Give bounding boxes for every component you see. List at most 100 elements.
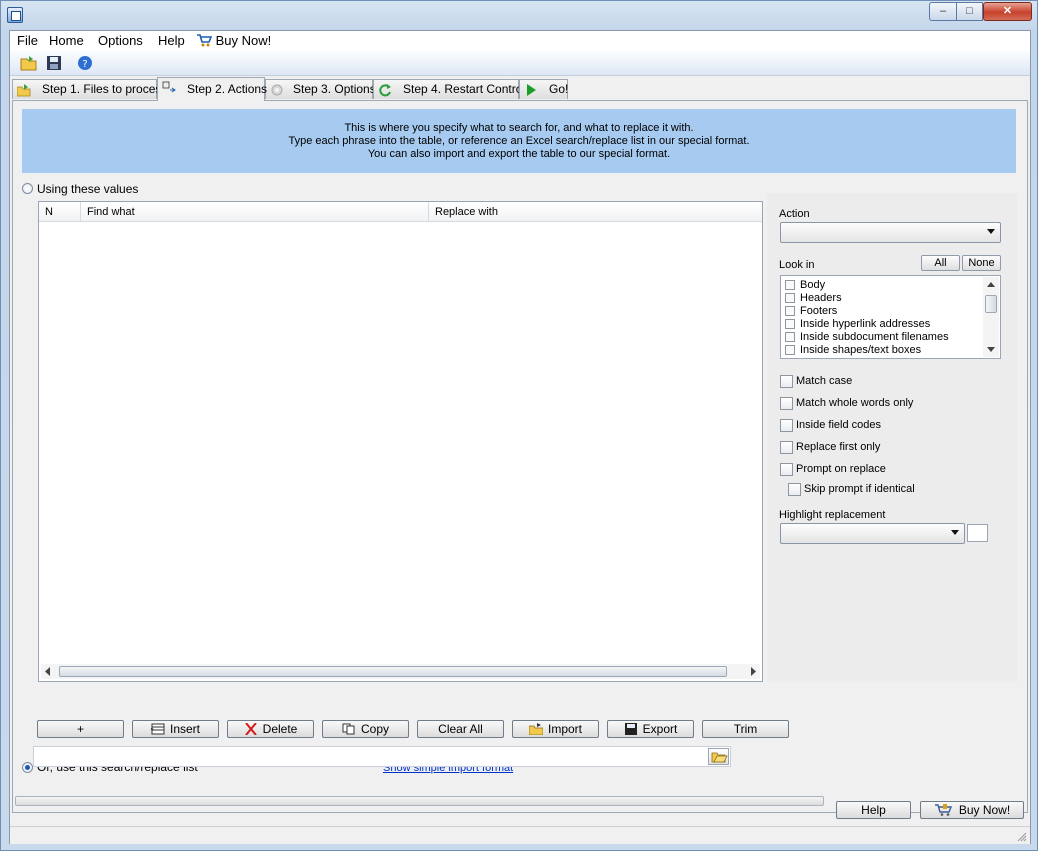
checkbox-label: Prompt on replace bbox=[796, 463, 886, 475]
help-icon[interactable]: ? bbox=[76, 54, 94, 72]
highlight-label: Highlight replacement bbox=[779, 509, 886, 521]
buy-now-button[interactable]: Buy Now! bbox=[920, 801, 1024, 819]
tab-options[interactable]: Step 3. Options bbox=[265, 79, 376, 99]
menu-options[interactable]: Options bbox=[98, 33, 143, 48]
using-values-radio[interactable] bbox=[22, 183, 33, 194]
chevron-down-icon bbox=[987, 229, 995, 234]
export-button[interactable]: Export bbox=[607, 720, 694, 738]
search-replace-grid[interactable]: N Find what Replace with bbox=[38, 201, 763, 682]
browse-button[interactable] bbox=[708, 748, 729, 765]
banner-line: Type each phrase into the table, or refe… bbox=[288, 135, 750, 147]
scroll-right-icon[interactable] bbox=[749, 667, 757, 676]
checkbox-icon[interactable] bbox=[788, 483, 801, 496]
tab-files-to-process[interactable]: Step 1. Files to process bbox=[12, 79, 167, 99]
checkbox-icon[interactable] bbox=[785, 332, 795, 342]
delete-label: Delete bbox=[262, 722, 298, 736]
horizontal-scrollbar[interactable] bbox=[41, 664, 760, 679]
checkbox-label: Match case bbox=[796, 375, 853, 387]
item-label: Headers bbox=[800, 292, 842, 304]
highlight-color-swatch[interactable] bbox=[967, 524, 988, 542]
close-button[interactable]: ✕ bbox=[983, 2, 1032, 21]
options-panel: Action Look in All None Body Headers Foo… bbox=[767, 193, 1017, 682]
scroll-down-icon[interactable] bbox=[987, 347, 995, 353]
tab-actions[interactable]: Step 2. Actions bbox=[157, 77, 268, 101]
import-button[interactable]: Import bbox=[512, 720, 599, 738]
menu-buy-label: Buy Now! bbox=[215, 33, 272, 48]
buy-cart-icon bbox=[197, 34, 213, 47]
tab-label: Go! bbox=[549, 82, 569, 96]
menu-home[interactable]: Home bbox=[49, 33, 84, 48]
minimize-button[interactable]: – bbox=[929, 2, 956, 21]
highlight-dropdown[interactable] bbox=[780, 523, 965, 544]
checkbox-icon[interactable] bbox=[785, 293, 795, 303]
scroll-up-icon[interactable] bbox=[987, 281, 995, 287]
delete-button[interactable]: Delete bbox=[227, 720, 314, 738]
menu-buy-now[interactable]: Buy Now! bbox=[196, 33, 271, 48]
delete-x-icon bbox=[244, 723, 257, 735]
import-folder-icon bbox=[528, 723, 543, 735]
vertical-scrollbar[interactable] bbox=[983, 277, 999, 357]
clear-all-button[interactable]: Clear All bbox=[417, 720, 504, 738]
list-path-input[interactable] bbox=[33, 746, 731, 767]
refresh-icon bbox=[379, 84, 391, 97]
look-in-label: Look in bbox=[779, 259, 815, 271]
save-icon bbox=[624, 723, 637, 735]
item-label: Inside subdocument filenames bbox=[800, 331, 949, 343]
help-button[interactable]: Help bbox=[836, 801, 911, 819]
scroll-left-icon[interactable] bbox=[44, 667, 52, 676]
copy-button[interactable]: Copy bbox=[322, 720, 409, 738]
col-header-n[interactable]: N bbox=[39, 202, 81, 222]
tab-go[interactable]: Go! bbox=[519, 79, 568, 99]
action-dropdown[interactable] bbox=[780, 222, 1001, 243]
open-folder-icon[interactable] bbox=[20, 54, 38, 72]
resize-grip-icon[interactable] bbox=[1017, 832, 1027, 842]
trim-button[interactable]: Trim bbox=[702, 720, 789, 738]
item-label: Inside hyperlink addresses bbox=[800, 318, 931, 330]
copy-icon bbox=[342, 723, 355, 735]
checkbox-icon[interactable] bbox=[780, 397, 793, 410]
maximize-button[interactable]: □ bbox=[956, 2, 983, 21]
menu-file[interactable]: File bbox=[17, 33, 38, 48]
step-tabs: Step 1. Files to process Step 2. Actions… bbox=[10, 77, 1030, 101]
checkbox-icon[interactable] bbox=[780, 441, 793, 454]
folder-open-icon bbox=[711, 752, 728, 763]
add-row-button[interactable]: + bbox=[37, 720, 124, 738]
toolbar: ? bbox=[10, 51, 1030, 76]
export-label: Export bbox=[642, 722, 678, 736]
chevron-down-icon bbox=[951, 530, 959, 535]
copy-label: Copy bbox=[360, 722, 389, 736]
checkbox-icon[interactable] bbox=[785, 345, 795, 355]
checkbox-icon[interactable] bbox=[780, 463, 793, 476]
checkbox-icon[interactable] bbox=[780, 419, 793, 432]
using-values-label: Using these values bbox=[37, 182, 139, 196]
checkbox-icon[interactable] bbox=[785, 280, 795, 290]
action-label: Action bbox=[779, 208, 810, 220]
tab-label: Step 2. Actions bbox=[187, 82, 268, 96]
scroll-thumb[interactable] bbox=[59, 666, 727, 677]
col-header-find[interactable]: Find what bbox=[81, 202, 429, 222]
look-in-list[interactable]: Body Headers Footers Inside hyperlink ad… bbox=[780, 275, 1001, 359]
checkbox-icon[interactable] bbox=[780, 375, 793, 388]
menu-help[interactable]: Help bbox=[158, 33, 185, 48]
menu-bar: File Home Options Help Buy Now! bbox=[10, 31, 1030, 51]
title-bar: – □ ✕ bbox=[1, 1, 1037, 29]
banner-line: This is where you specify what to search… bbox=[344, 122, 694, 134]
save-icon[interactable] bbox=[45, 54, 63, 72]
play-icon bbox=[527, 84, 536, 96]
actions-page: This is where you specify what to search… bbox=[12, 100, 1028, 813]
use-list-radio[interactable] bbox=[22, 762, 33, 773]
scroll-thumb[interactable] bbox=[985, 295, 997, 313]
item-label: Inside shapes/text boxes bbox=[800, 344, 922, 356]
app-icon[interactable] bbox=[7, 7, 23, 23]
status-bar bbox=[10, 826, 1030, 844]
tab-label: Step 1. Files to process bbox=[42, 82, 168, 96]
checkbox-icon[interactable] bbox=[785, 319, 795, 329]
look-in-none-button[interactable]: None bbox=[962, 255, 1001, 271]
look-in-all-button[interactable]: All bbox=[921, 255, 960, 271]
replace-icon bbox=[162, 81, 176, 93]
tab-restart-control[interactable]: Step 4. Restart Control bbox=[373, 79, 525, 99]
col-header-replace[interactable]: Replace with bbox=[429, 202, 762, 222]
checkbox-icon[interactable] bbox=[785, 306, 795, 316]
info-banner: This is where you specify what to search… bbox=[22, 109, 1016, 173]
insert-button[interactable]: Insert bbox=[132, 720, 219, 738]
